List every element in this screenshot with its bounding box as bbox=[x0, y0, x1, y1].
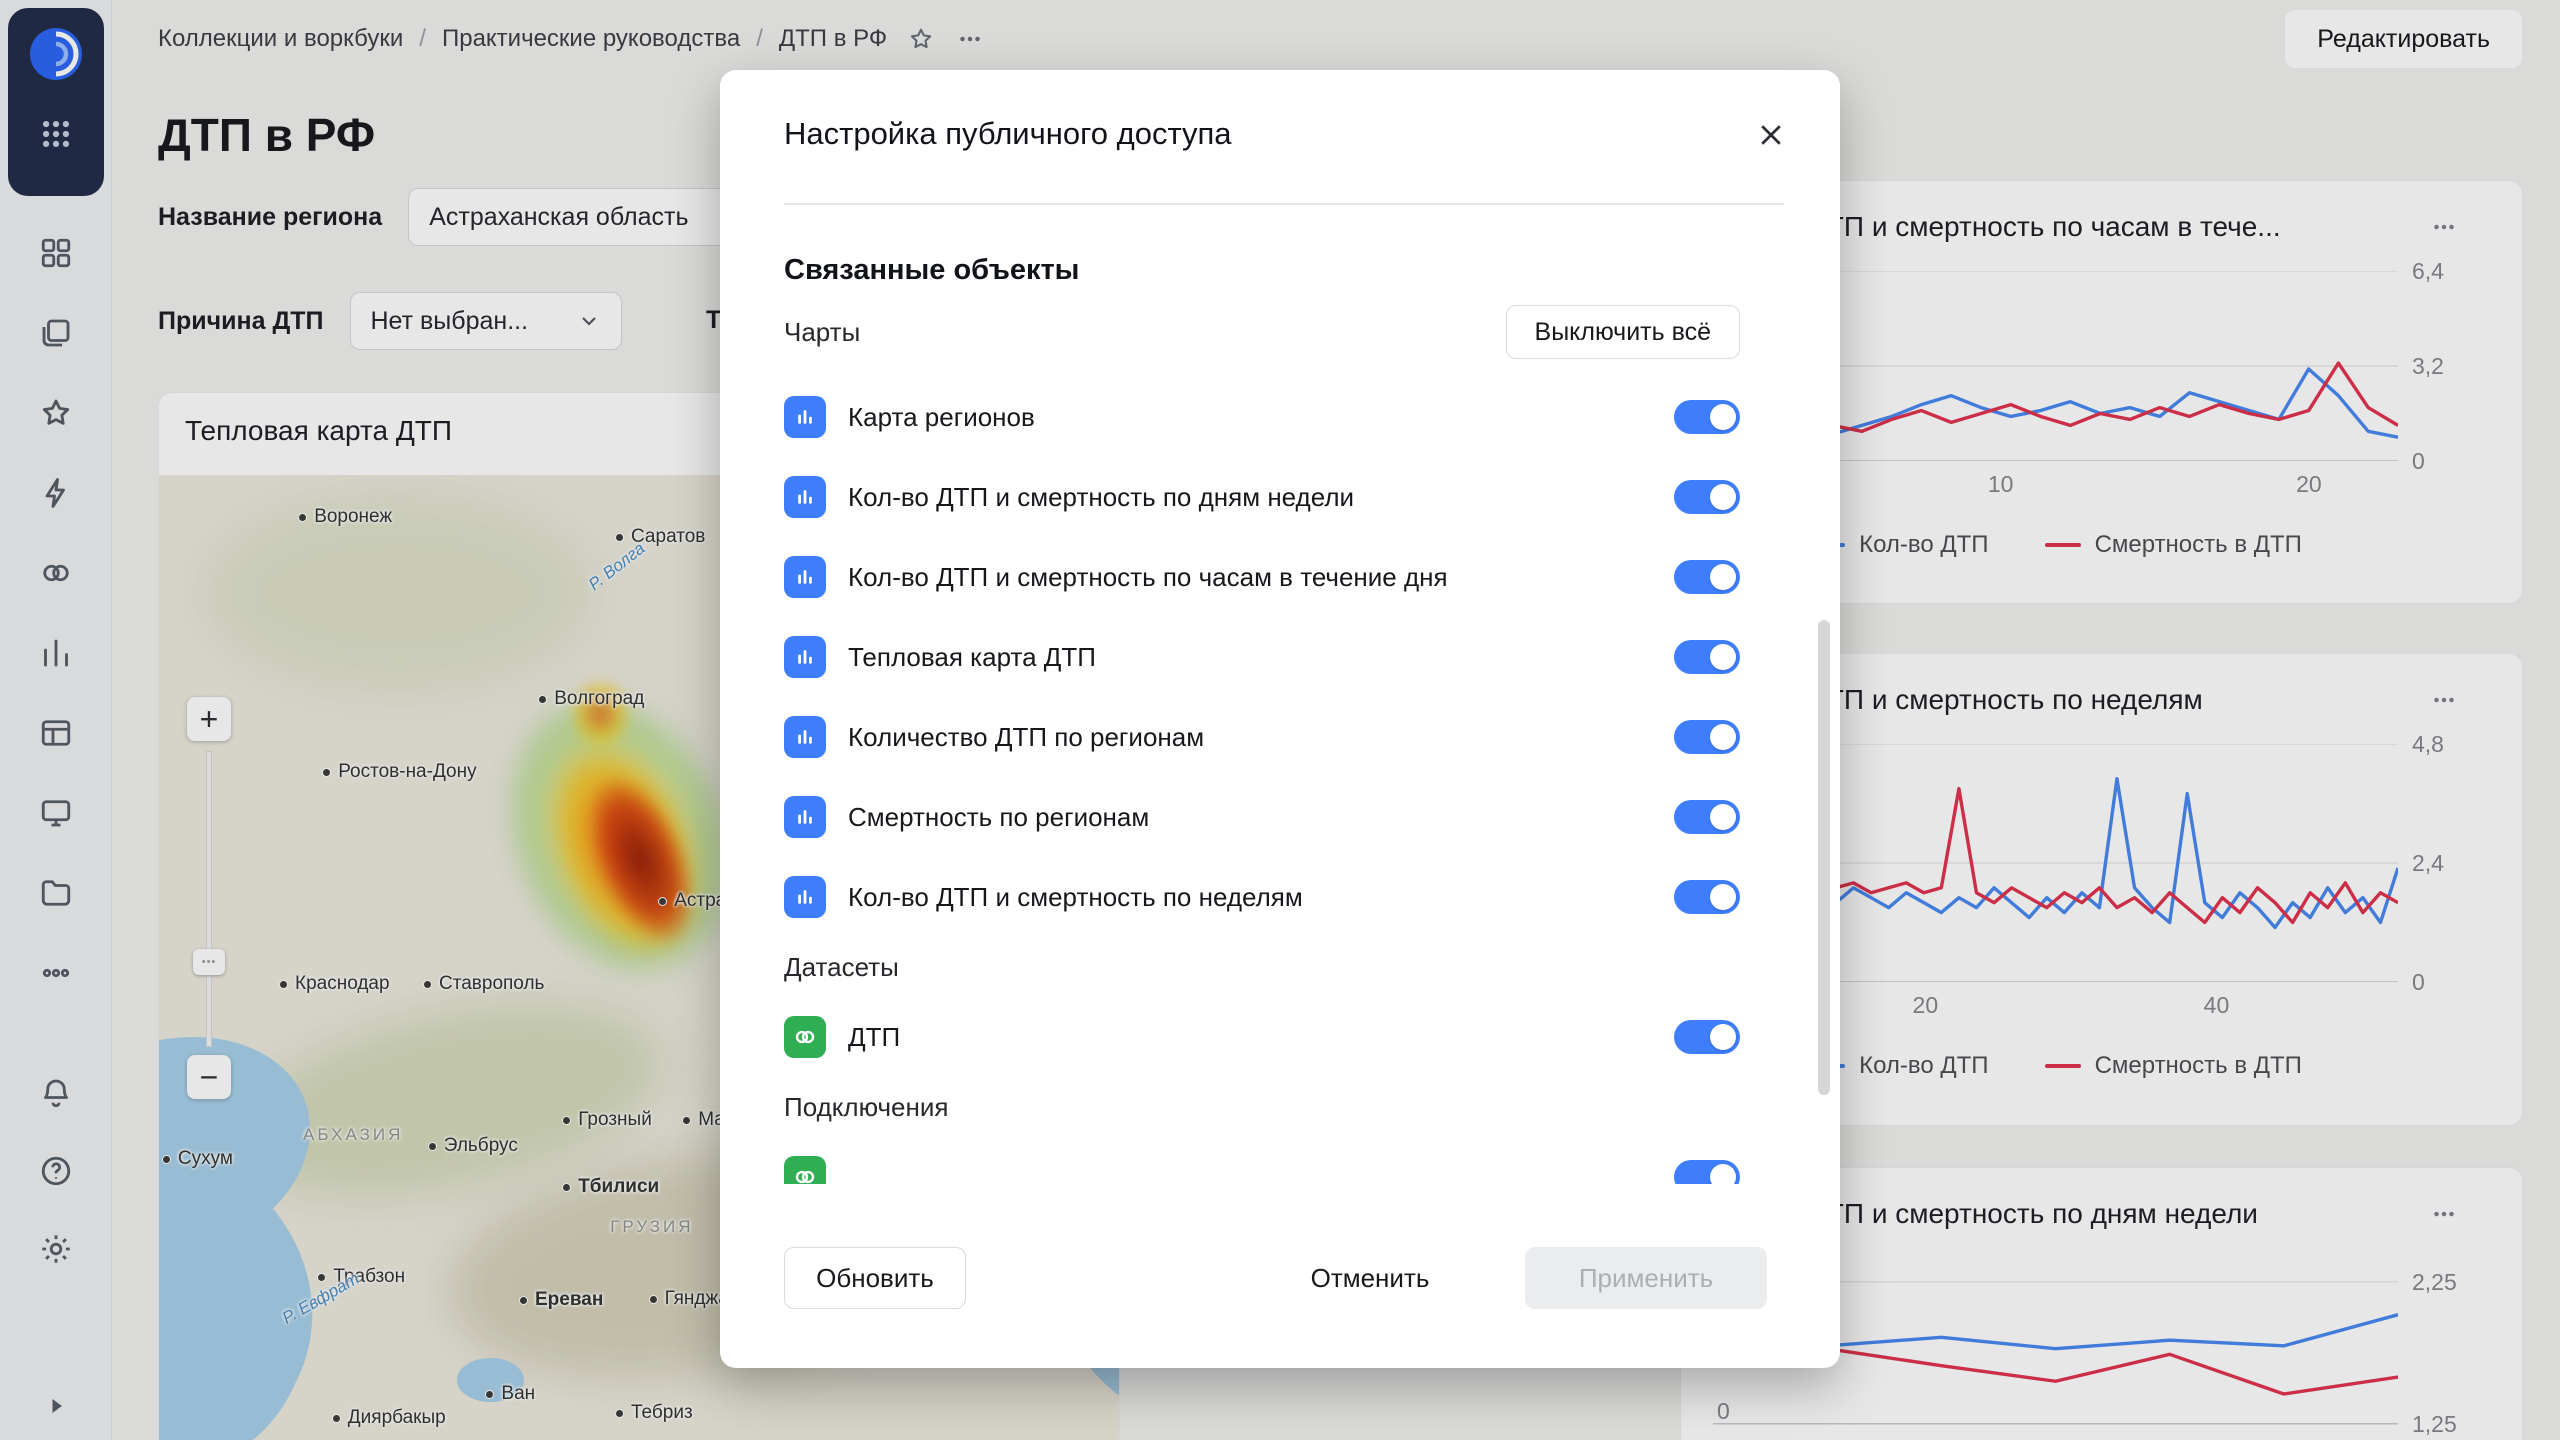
toggle-row-label: Количество ДТП по регионам bbox=[848, 722, 1674, 753]
datasets-group-label: Датасеты bbox=[784, 937, 1740, 997]
dataset-icon bbox=[784, 1016, 826, 1058]
toggle-switch[interactable] bbox=[1674, 1020, 1740, 1054]
toggle-row: ДТП bbox=[784, 997, 1740, 1077]
chart-type-icon bbox=[784, 876, 826, 918]
connections-group-label: Подключения bbox=[784, 1077, 1740, 1137]
screen: Коллекции и воркбуки / Практические руко… bbox=[0, 0, 2560, 1440]
toggle-row: Карта регионов bbox=[784, 377, 1740, 457]
chart-type-icon bbox=[784, 636, 826, 678]
toggle-switch[interactable] bbox=[1674, 1160, 1740, 1184]
refresh-button[interactable]: Обновить bbox=[784, 1247, 966, 1309]
toggle-row-label: Смертность по регионам bbox=[848, 802, 1674, 833]
dialog-scrollbar-thumb[interactable] bbox=[1818, 620, 1830, 1095]
toggle-row: Тепловая карта ДТП bbox=[784, 617, 1740, 697]
toggle-switch[interactable] bbox=[1674, 560, 1740, 594]
close-icon[interactable] bbox=[1746, 110, 1796, 160]
toggle-row-label: Тепловая карта ДТП bbox=[848, 642, 1674, 673]
chart-type-icon bbox=[784, 556, 826, 598]
toggle-switch[interactable] bbox=[1674, 720, 1740, 754]
related-objects-heading: Связанные объекты bbox=[784, 254, 1740, 287]
toggle-switch[interactable] bbox=[1674, 880, 1740, 914]
toggle-row-label: Кол-во ДТП и смертность по часам в течен… bbox=[848, 562, 1674, 593]
dialog-body: Связанные объекты Чарты Выключить всё Ка… bbox=[720, 204, 1840, 1184]
toggle-switch[interactable] bbox=[1674, 800, 1740, 834]
disable-all-button[interactable]: Выключить всё bbox=[1506, 305, 1740, 359]
public-access-dialog: Настройка публичного доступа Связанные о… bbox=[720, 70, 1840, 1368]
toggle-row: Смертность по регионам bbox=[784, 777, 1740, 857]
toggle-row: Кол-во ДТП и смертность по дням недели bbox=[784, 457, 1740, 537]
chart-type-icon bbox=[784, 796, 826, 838]
toggle-switch[interactable] bbox=[1674, 640, 1740, 674]
toggle-row: Кол-во ДТП и смертность по часам в течен… bbox=[784, 537, 1740, 617]
toggle-row-label: Кол-во ДТП и смертность по дням недели bbox=[848, 482, 1674, 513]
apply-button: Применить bbox=[1525, 1247, 1767, 1309]
toggle-row: Количество ДТП по регионам bbox=[784, 697, 1740, 777]
charts-toggle-list: Карта регионов Кол-во ДТП и смертность п… bbox=[784, 377, 1740, 937]
toggle-row-label: Карта регионов bbox=[848, 402, 1674, 433]
chart-type-icon bbox=[784, 396, 826, 438]
toggle-row-label: ДТП bbox=[848, 1022, 1674, 1053]
cancel-button[interactable]: Отменить bbox=[1292, 1247, 1448, 1309]
connection-icon bbox=[784, 1156, 826, 1184]
toggle-switch[interactable] bbox=[1674, 480, 1740, 514]
charts-group-label: Чарты bbox=[784, 317, 860, 348]
chart-type-icon bbox=[784, 716, 826, 758]
dialog-title: Настройка публичного доступа bbox=[784, 116, 1232, 152]
chart-type-icon bbox=[784, 476, 826, 518]
toggle-row-label: Кол-во ДТП и смертность по неделям bbox=[848, 882, 1674, 913]
toggle-switch[interactable] bbox=[1674, 400, 1740, 434]
toggle-row: Кол-во ДТП и смертность по неделям bbox=[784, 857, 1740, 937]
toggle-row bbox=[784, 1137, 1740, 1184]
